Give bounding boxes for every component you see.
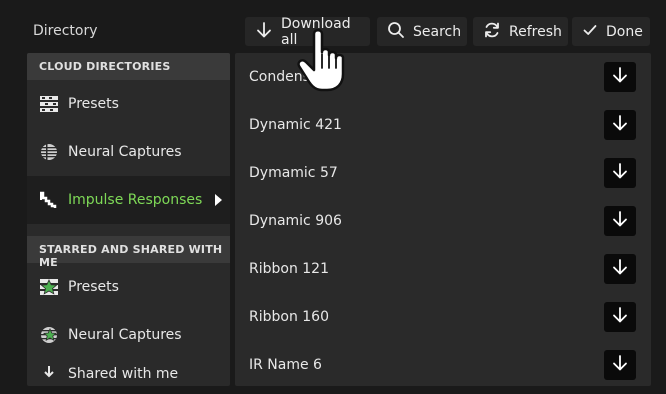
download-button[interactable]	[604, 302, 636, 332]
search-icon	[387, 21, 405, 43]
download-button[interactable]	[604, 206, 636, 236]
download-icon	[611, 66, 629, 88]
sidebar-item-label: Shared with me	[68, 366, 179, 382]
download-icon	[611, 306, 629, 328]
neural-captures-icon	[39, 142, 59, 162]
sidebar-item-label: Neural Captures	[68, 144, 182, 160]
download-button[interactable]	[604, 62, 636, 92]
sidebar-item-starred-neural-captures[interactable]: Neural Captures	[27, 311, 230, 359]
section-header-cloud: CLOUD DIRECTORIES	[27, 53, 230, 80]
expand-arrow-icon	[215, 194, 222, 206]
file-name: Dynamic 906	[249, 213, 342, 229]
page-title: Directory	[33, 23, 98, 39]
sidebar-item-neural-captures[interactable]: Neural Captures	[27, 128, 230, 176]
check-icon	[582, 22, 598, 42]
shared-icon	[39, 364, 59, 384]
sidebar-item-label: Presets	[68, 279, 119, 295]
sidebar-item-label: Neural Captures	[68, 327, 182, 343]
search-label: Search	[413, 23, 462, 40]
section-header-starred: STARRED AND SHARED WITH ME	[27, 236, 230, 269]
hand-cursor-icon	[294, 24, 356, 94]
download-button[interactable]	[604, 254, 636, 284]
download-icon	[611, 162, 629, 184]
download-button[interactable]	[604, 110, 636, 140]
refresh-label: Refresh	[509, 23, 562, 40]
file-name: Ribbon 121	[249, 261, 330, 277]
list-item[interactable]: Ribbon 160	[235, 293, 651, 341]
download-icon	[611, 258, 629, 280]
download-button[interactable]	[604, 350, 636, 380]
list-item[interactable]: Ribbon 121	[235, 245, 651, 293]
download-icon	[255, 21, 273, 43]
starred-presets-icon	[39, 277, 59, 297]
sidebar-item-shared-with-me[interactable]: Shared with me	[27, 359, 230, 386]
file-list: Condenser Dynamic 421 Dymamic 57 Dynamic…	[235, 53, 651, 386]
sidebar-item-presets[interactable]: Presets	[27, 80, 230, 128]
done-label: Done	[606, 23, 643, 40]
file-name: Dymamic 57	[249, 165, 338, 181]
list-item[interactable]: Dynamic 906	[235, 197, 651, 245]
directory-sidebar: CLOUD DIRECTORIES Presets Neural Capture…	[27, 53, 230, 386]
refresh-button[interactable]: Refresh	[473, 17, 568, 46]
file-name: Dynamic 421	[249, 117, 342, 133]
download-icon	[611, 210, 629, 232]
sidebar-item-starred-presets[interactable]: Presets	[27, 263, 230, 311]
sidebar-item-label: Presets	[68, 96, 119, 112]
list-item[interactable]: Dymamic 57	[235, 149, 651, 197]
file-name: IR Name 6	[249, 357, 322, 373]
download-icon	[611, 354, 629, 376]
file-name: Ribbon 160	[249, 309, 330, 325]
sidebar-item-label: Impulse Responses	[68, 192, 203, 208]
refresh-icon	[483, 21, 501, 43]
download-button[interactable]	[604, 158, 636, 188]
impulse-responses-icon	[39, 190, 59, 210]
download-icon	[611, 114, 629, 136]
sidebar-item-impulse-responses[interactable]: Impulse Responses	[27, 176, 230, 224]
presets-icon	[39, 94, 59, 114]
list-item[interactable]: Dynamic 421	[235, 101, 651, 149]
done-button[interactable]: Done	[572, 17, 650, 46]
starred-neural-captures-icon	[39, 325, 59, 345]
search-button[interactable]: Search	[377, 17, 467, 46]
list-item[interactable]: IR Name 6	[235, 341, 651, 386]
